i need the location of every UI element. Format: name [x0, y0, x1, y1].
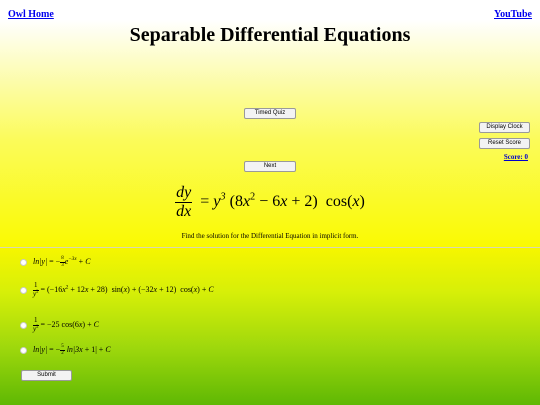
question-equation: dy dx = y3 (8x2 − 6x + 2) cos(x): [175, 184, 365, 220]
score-display: Score: 0: [503, 153, 528, 161]
answer-option-2[interactable]: 1 y2 = (−16x2 + 12x + 28) sin(x) + (−32x …: [20, 281, 214, 298]
reset-score-button[interactable]: Reset Score: [479, 138, 530, 149]
radio-button[interactable]: [20, 346, 27, 354]
submit-button[interactable]: Submit: [21, 370, 72, 381]
display-clock-button[interactable]: Display Clock: [479, 122, 530, 133]
answer-option-4[interactable]: ln|y| = −5 2 ln|3x + 1| + C: [20, 344, 111, 356]
timed-quiz-button[interactable]: Timed Quiz: [244, 108, 296, 119]
page-title: Separable Differential Equations: [129, 24, 411, 46]
next-button[interactable]: Next: [244, 161, 296, 172]
question-instruction: Find the solution for the Differential E…: [181, 232, 359, 240]
youtube-link[interactable]: YouTube: [494, 9, 532, 20]
answer-option-3[interactable]: 1 y2 = −25 cos(6x) + C: [20, 316, 99, 333]
radio-button[interactable]: [20, 321, 27, 329]
radio-button[interactable]: [20, 258, 27, 266]
owl-home-link[interactable]: Owl Home: [8, 9, 54, 20]
section-divider: [0, 247, 540, 248]
answer-option-1[interactable]: ln|y| = −8 3 e−3x + C: [20, 256, 91, 268]
radio-button[interactable]: [20, 286, 27, 294]
